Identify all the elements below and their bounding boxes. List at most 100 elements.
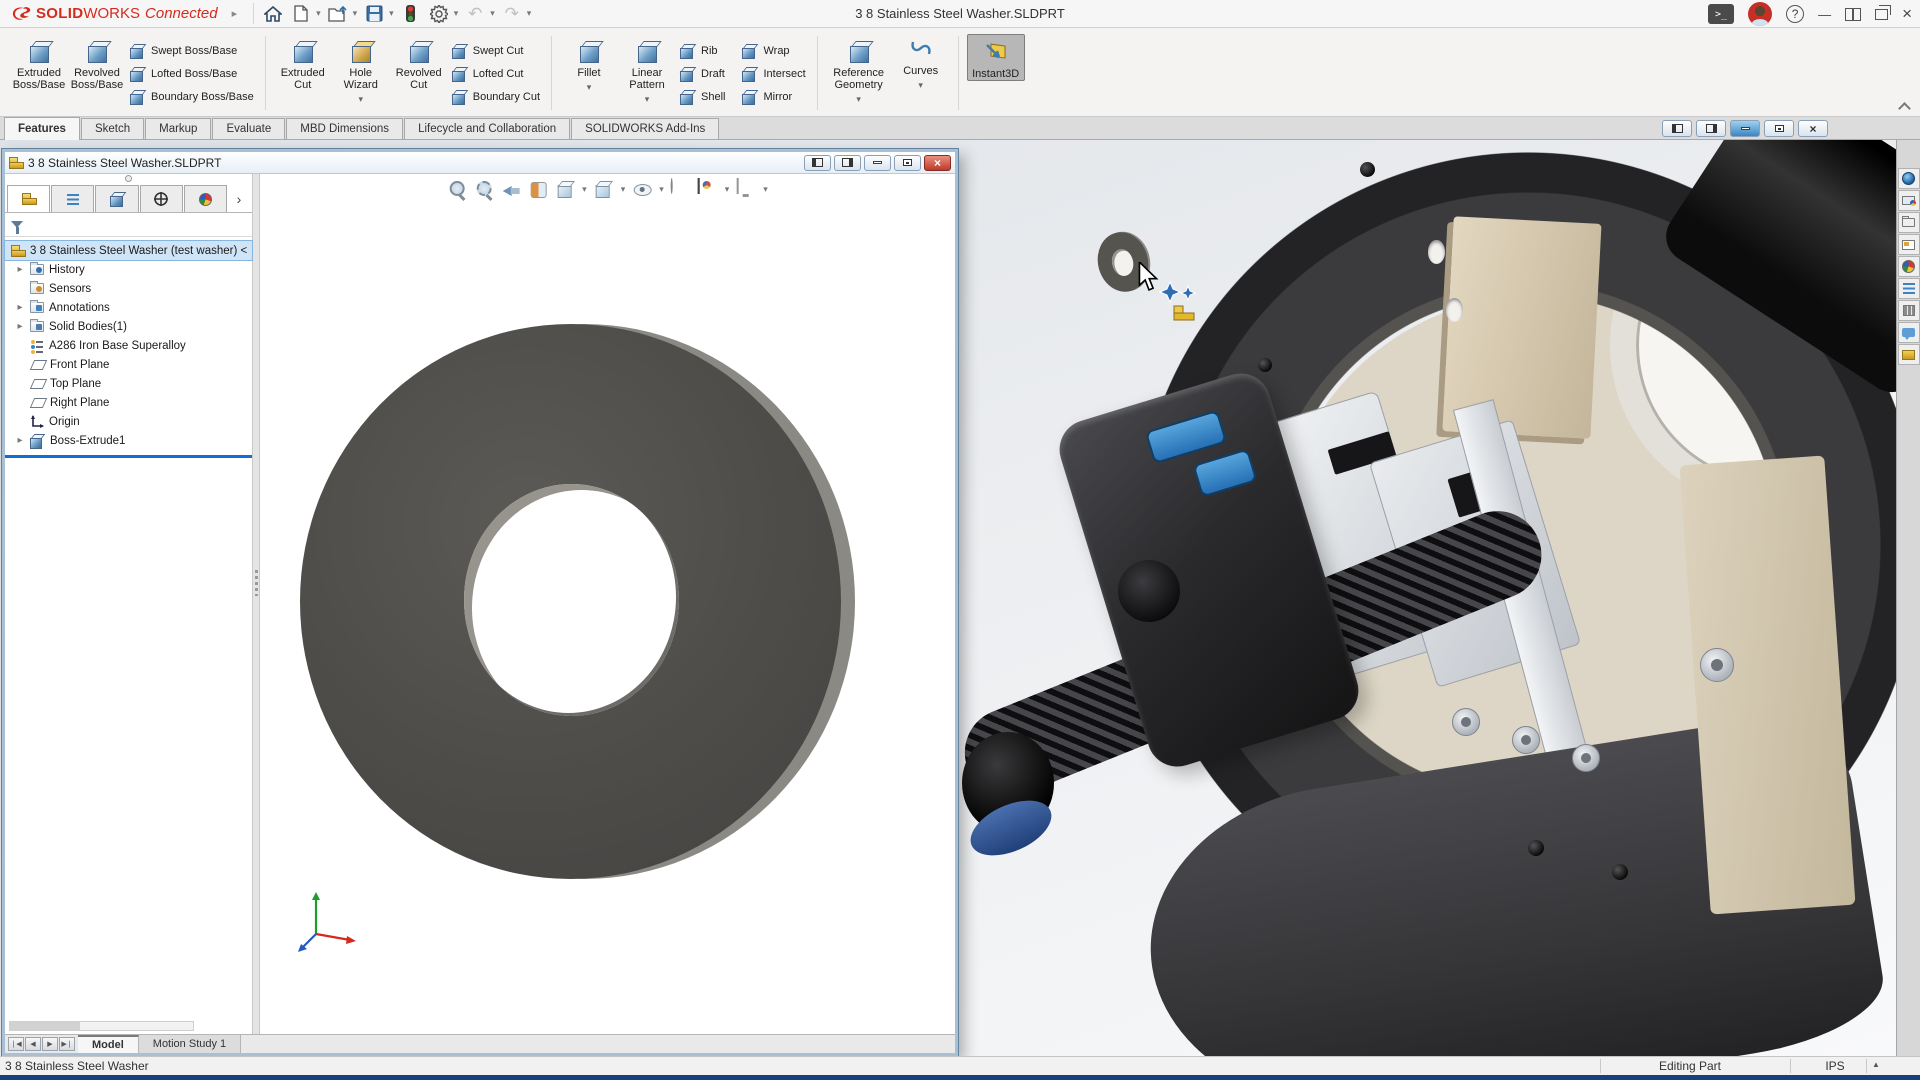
undo-dropdown-icon[interactable]: ▾ [490,8,495,19]
tab-display-manager[interactable] [184,185,227,212]
next-tab-button[interactable]: ▶ [42,1037,58,1051]
expand-arrow-icon[interactable]: ▸ [15,321,25,332]
lofted-boss-base-button[interactable]: Lofted Boss/Base [126,65,257,83]
ribbon-collapse-icon[interactable] [1898,102,1910,110]
reference-geometry-dropdown-icon[interactable]: ▾ [856,93,861,105]
new-document-button[interactable] [288,2,314,26]
child-tile-right-button[interactable] [834,155,861,171]
minimize-window-button[interactable]: — [1818,7,1831,22]
boundary-boss-base-button[interactable]: Boundary Boss/Base [126,88,257,106]
tab-mbd-dimensions[interactable]: MBD Dimensions [286,118,403,139]
tree-item-right-plane[interactable]: Right Plane [5,393,252,412]
boundary-cut-button[interactable]: Boundary Cut [448,88,543,106]
zoom-to-area-icon[interactable] [474,179,494,199]
tree-item-history[interactable]: ▸ History [5,260,252,279]
swept-boss-base-button[interactable]: Swept Boss/Base [126,42,257,60]
apply-scene-icon[interactable] [698,178,700,194]
revolved-cut-button[interactable]: Revolved Cut [390,34,448,91]
child-minimize-button[interactable] [864,155,891,171]
redo-button[interactable]: ↷ [499,2,525,26]
expand-arrow-icon[interactable]: ▸ [15,264,25,275]
save-dropdown-icon[interactable]: ▾ [389,8,394,19]
edit-appearance-icon[interactable] [671,178,673,194]
user-avatar[interactable] [1748,2,1772,26]
lofted-cut-button[interactable]: Lofted Cut [448,65,543,83]
hide-show-dropdown-icon[interactable]: ▾ [659,184,664,195]
linear-pattern-button[interactable]: Linear Pattern ▾ [618,34,676,105]
design-library-tab[interactable] [1898,300,1920,321]
help-button[interactable]: ? [1786,5,1804,23]
tree-item-solid-bodies[interactable]: ▸ Solid Bodies(1) [5,317,252,336]
tab-model[interactable]: Model [78,1035,139,1053]
tab-evaluate[interactable]: Evaluate [212,118,285,139]
tree-root-item[interactable]: 3 8 Stainless Steel Washer (test washer)… [5,241,252,260]
3dexperience-tab[interactable] [1898,168,1920,189]
last-tab-button[interactable]: ▶❘ [59,1037,75,1051]
previous-view-icon[interactable] [501,179,521,199]
section-view-icon[interactable] [528,179,548,199]
draft-button[interactable]: Draft [676,65,728,83]
console-button[interactable]: >_ [1708,4,1734,24]
tab-solidworks-addins[interactable]: SOLIDWORKS Add-Ins [571,118,719,139]
linear-pattern-dropdown-icon[interactable]: ▾ [645,93,650,105]
tab-property-manager[interactable] [51,185,94,212]
close-document-button[interactable]: × [1798,120,1828,137]
tree-item-annotations[interactable]: ▸ Annotations [5,298,252,317]
minimize-document-button[interactable] [1730,120,1760,137]
expand-arrow-icon[interactable]: ▸ [15,435,25,446]
open-dropdown-icon[interactable]: ▾ [353,8,358,19]
intersect-button[interactable]: Intersect [738,65,808,83]
close-window-button[interactable]: × [1902,4,1912,24]
view-settings-icon[interactable] [736,178,738,194]
settings-button[interactable] [426,2,452,26]
fillet-button[interactable]: Fillet ▾ [560,34,618,93]
toolbox-tab[interactable] [1898,344,1920,365]
previous-tab-button[interactable]: ◀ [25,1037,41,1051]
undo-button[interactable]: ↶ [462,2,488,26]
rib-button[interactable]: Rib [676,42,728,60]
lifecycle-status-button[interactable] [398,2,424,26]
settings-dropdown-icon[interactable]: ▾ [454,8,459,19]
wrap-button[interactable]: Wrap [738,42,808,60]
tab-feature-manager[interactable] [7,185,50,212]
home-button[interactable] [260,2,286,26]
curves-dropdown-icon[interactable]: ▾ [918,79,923,91]
curves-button[interactable]: Curves ▾ [892,34,950,91]
fillet-dropdown-icon[interactable]: ▾ [587,81,592,93]
child-restore-button[interactable] [894,155,921,171]
extruded-cut-button[interactable]: Extruded Cut [274,34,332,91]
solidworks-resources-tab[interactable] [1898,190,1920,211]
custom-properties-tab[interactable] [1898,278,1920,299]
forum-tab[interactable] [1898,322,1920,343]
view-orientation-dropdown-icon[interactable]: ▾ [582,184,587,195]
tab-features[interactable]: Features [4,117,80,140]
restore-document-button[interactable] [1764,120,1794,137]
child-tile-left-button[interactable] [804,155,831,171]
panel-splitter[interactable] [253,174,260,1034]
appearances-scenes-tab[interactable] [1898,256,1920,277]
instant3d-button[interactable]: Instant3D [967,34,1025,81]
tab-configuration-manager[interactable] [95,185,138,212]
extruded-boss-base-button[interactable]: Extruded Boss/Base [10,34,68,91]
save-button[interactable] [361,2,387,26]
apply-scene-dropdown-icon[interactable]: ▾ [725,184,730,195]
hole-wizard-button[interactable]: Hole Wizard ▾ [332,34,390,105]
revolved-boss-base-button[interactable]: Revolved Boss/Base [68,34,126,91]
view-orientation-icon[interactable] [555,179,575,199]
hole-wizard-dropdown-icon[interactable]: ▾ [358,93,363,105]
mirror-button[interactable]: Mirror [738,88,808,106]
tile-left-button[interactable] [1662,120,1692,137]
washer-hole[interactable] [464,484,679,716]
open-button[interactable] [325,2,351,26]
shell-button[interactable]: Shell [676,88,728,106]
hide-show-items-icon[interactable] [632,179,652,199]
status-units[interactable]: IPS [1810,1059,1860,1073]
brand-expand-icon[interactable]: ▸ [232,7,238,20]
tree-item-material[interactable]: A286 Iron Base Superalloy [5,336,252,355]
view-settings-dropdown-icon[interactable]: ▾ [763,184,768,195]
tree-item-top-plane[interactable]: Top Plane [5,374,252,393]
tab-dimxpert-manager[interactable] [140,185,183,212]
display-style-dropdown-icon[interactable]: ▾ [621,184,626,195]
tree-item-front-plane[interactable]: Front Plane [5,355,252,374]
view-palette-tab[interactable] [1898,234,1920,255]
